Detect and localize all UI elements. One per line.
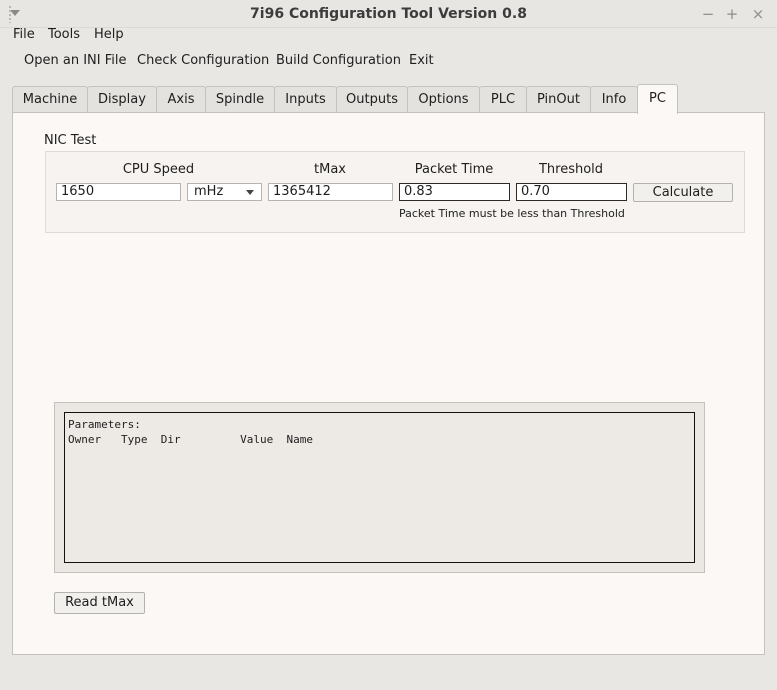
nic-test-label: NIC Test (44, 133, 97, 148)
packet-time-field: 0.83 (399, 183, 510, 201)
menu-file[interactable]: File (13, 28, 35, 48)
tab-pinout[interactable]: PinOut (526, 86, 591, 113)
tab-outputs[interactable]: Outputs (336, 86, 408, 113)
cpu-speed-label: CPU Speed (122, 162, 195, 177)
tab-plc[interactable]: PLC (479, 86, 527, 113)
parameters-header: Parameters: (68, 418, 141, 431)
open-ini-button[interactable]: Open an INI File (24, 54, 126, 72)
cpu-unit-value: mHz (194, 184, 224, 199)
tab-machine[interactable]: Machine (12, 86, 88, 113)
read-tmax-button[interactable]: Read tMax (54, 592, 145, 614)
menu-tools[interactable]: Tools (48, 28, 80, 48)
tab-display[interactable]: Display (87, 86, 157, 113)
toolbar-grip-handle[interactable] (8, 5, 12, 23)
parameters-columns: Owner Type Dir Value Name (68, 433, 314, 446)
exit-button[interactable]: Exit (409, 54, 434, 72)
parameters-text-view[interactable]: Parameters: Owner Type Dir Value Name (64, 412, 695, 563)
maximize-icon[interactable]: + (723, 5, 741, 23)
tab-spindle[interactable]: Spindle (205, 86, 275, 113)
build-configuration-button[interactable]: Build Configuration (276, 54, 401, 72)
minimize-icon[interactable]: − (699, 5, 717, 23)
cpu-speed-input[interactable]: 1650 (56, 183, 181, 201)
calculate-button[interactable]: Calculate (633, 183, 733, 202)
tab-pc[interactable]: PC (637, 84, 678, 114)
close-icon[interactable]: × (749, 5, 767, 23)
threshold-field: 0.70 (516, 183, 627, 201)
cpu-unit-select[interactable]: mHz (187, 183, 262, 201)
tab-info[interactable]: Info (590, 86, 638, 113)
tab-options[interactable]: Options (407, 86, 480, 113)
packet-time-hint: Packet Time must be less than Threshold (399, 207, 625, 220)
tmax-input[interactable]: 1365412 (268, 183, 393, 201)
packet-time-label: Packet Time (414, 162, 494, 177)
tmax-label: tMax (314, 162, 346, 177)
menu-help[interactable]: Help (94, 28, 124, 48)
dropdown-arrow-icon (246, 190, 254, 195)
tab-axis[interactable]: Axis (156, 86, 206, 113)
threshold-label: Threshold (538, 162, 604, 177)
window-title: 7i96 Configuration Tool Version 0.8 (250, 6, 527, 22)
check-configuration-button[interactable]: Check Configuration (137, 54, 269, 72)
tab-inputs[interactable]: Inputs (274, 86, 337, 113)
